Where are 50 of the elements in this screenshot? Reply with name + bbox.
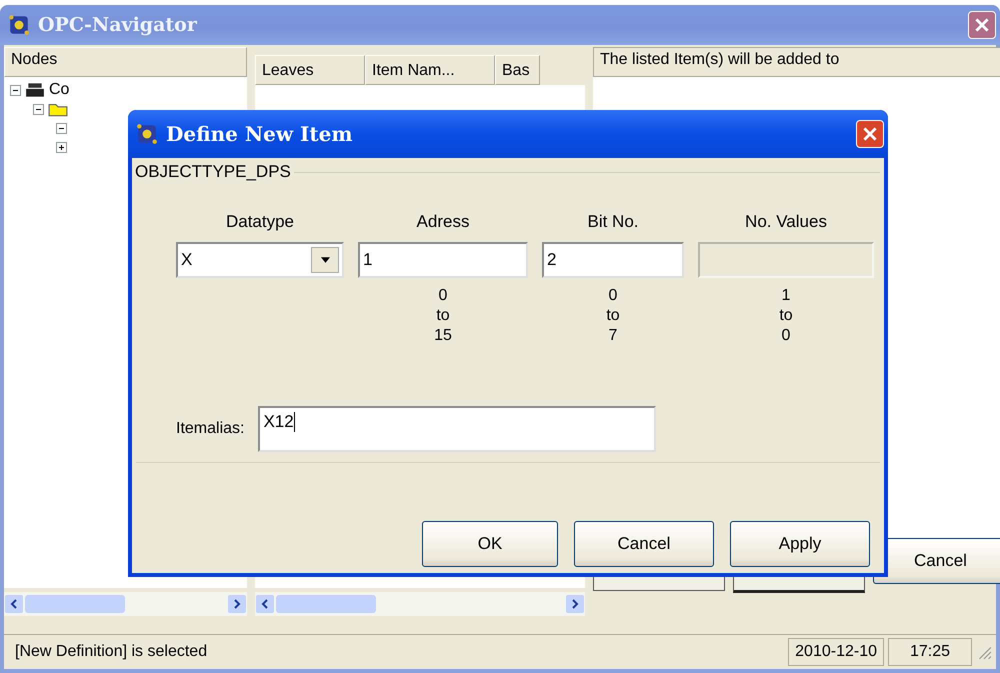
cube-icon — [136, 123, 158, 145]
range-text: to — [606, 306, 620, 326]
close-icon — [975, 18, 989, 32]
group-title: OBJECTTYPE_DPS — [134, 162, 292, 182]
scrollbar[interactable] — [255, 592, 585, 616]
range-text: to — [779, 306, 793, 326]
dialog-button[interactable]: OK — [422, 521, 558, 567]
range-text: 15 — [434, 326, 452, 346]
range-text: 7 — [608, 326, 618, 346]
input-field[interactable]: 2 — [542, 242, 684, 278]
scrollbar[interactable] — [4, 592, 247, 616]
tree-item[interactable]: Co — [49, 81, 70, 99]
status-time: 17:25 — [888, 638, 972, 666]
folder-icon — [48, 101, 68, 117]
field-label: Itemalias: — [176, 420, 244, 438]
column-header[interactable]: Nodes — [4, 47, 247, 77]
field-label: Datatype — [226, 212, 294, 233]
expander-icon[interactable] — [56, 142, 67, 152]
field-label: Bit No. — [587, 212, 639, 233]
close-button[interactable] — [968, 11, 996, 39]
window-title: OPC-Navigator — [38, 14, 198, 36]
dialog-button[interactable]: Cancel — [574, 521, 714, 567]
input-field[interactable]: X12 — [258, 406, 656, 452]
datatype-dropdown[interactable]: X — [176, 242, 344, 278]
field-label: No. Values — [745, 212, 827, 233]
close-button[interactable] — [856, 120, 884, 148]
cube-icon — [8, 14, 30, 36]
range-text: 0 — [608, 286, 618, 306]
expander-icon[interactable] — [33, 104, 44, 114]
expander-icon[interactable] — [10, 84, 21, 96]
column-header[interactable]: Item Nam... — [365, 55, 495, 85]
cancel-button[interactable]: Cancel — [873, 538, 1000, 584]
expander-icon[interactable] — [56, 122, 67, 134]
range-text: to — [436, 306, 450, 326]
range-text: 1 — [782, 286, 790, 306]
input-field[interactable]: 1 — [358, 242, 528, 278]
column-header[interactable]: Leaves — [255, 55, 365, 85]
dialog-title: Define New Item — [166, 122, 354, 146]
column-header[interactable]: Bas — [495, 55, 540, 85]
status-date: 2010-12-10 — [788, 638, 884, 666]
caret-icon — [320, 257, 330, 263]
range-text: 0 — [438, 286, 448, 306]
resize-grip-icon[interactable] — [976, 644, 992, 660]
range-text: 0 — [782, 326, 790, 346]
field-label: Adress — [416, 212, 470, 233]
column-header[interactable]: The listed Item(s) will be added to — [593, 47, 1000, 77]
status-text: [New Definition] is selected — [14, 642, 208, 662]
server-icon — [25, 82, 45, 98]
dialog-button[interactable]: Apply — [730, 521, 870, 567]
close-icon — [863, 127, 877, 141]
